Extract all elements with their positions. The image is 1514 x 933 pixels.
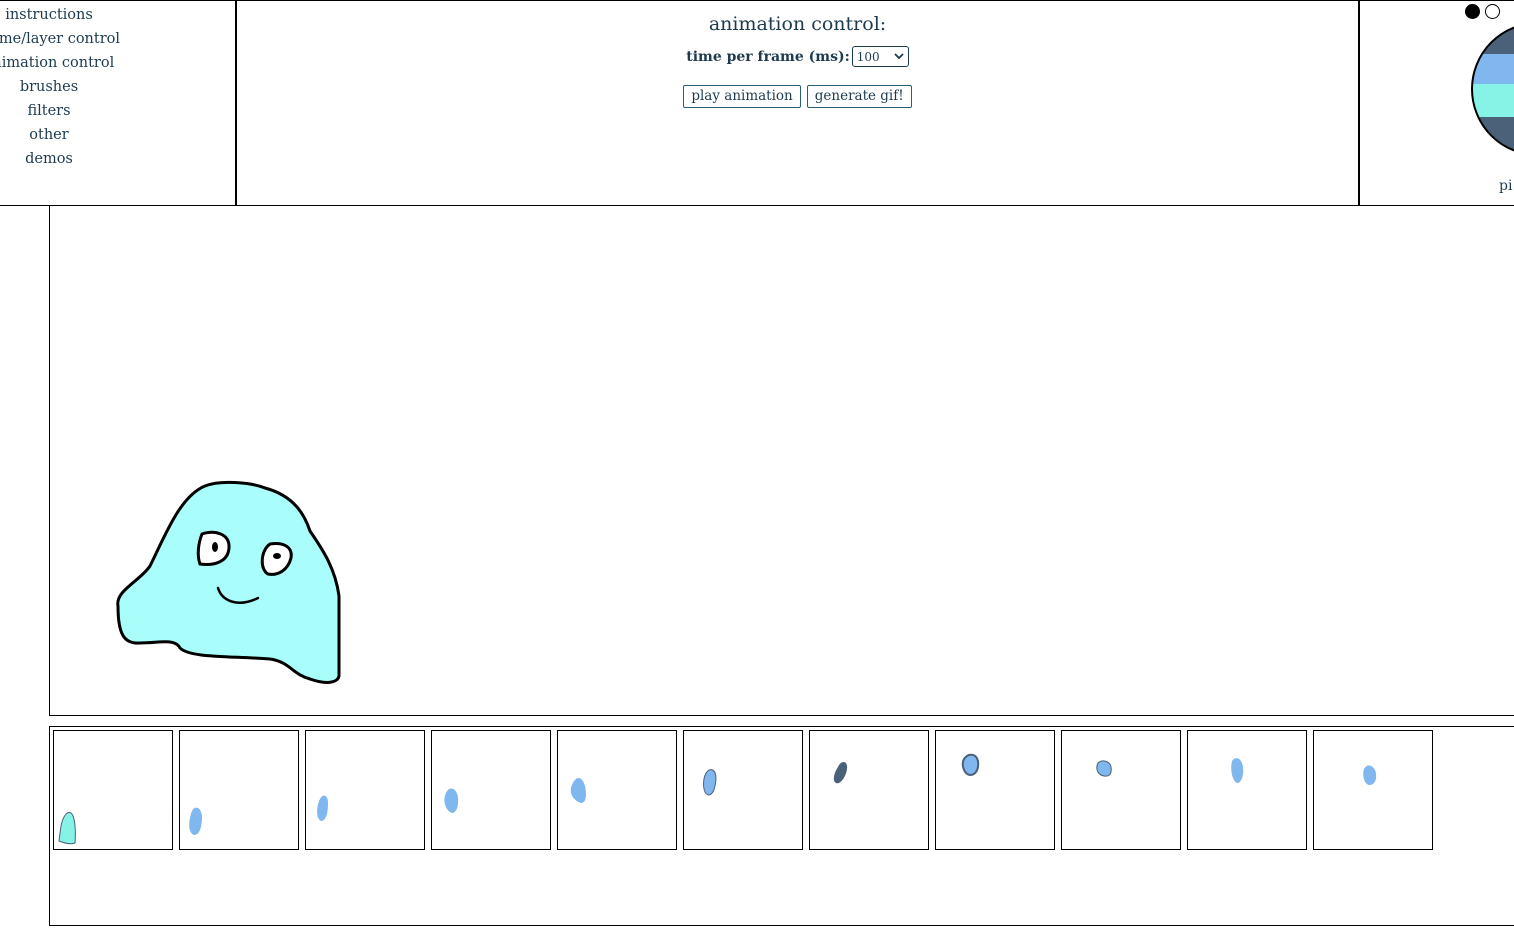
frame-preview: [58, 812, 76, 845]
menu-item-brushes[interactable]: brushes: [0, 75, 158, 99]
frame-preview: [570, 777, 586, 803]
frame-thumbnail[interactable]: [1313, 730, 1433, 850]
nav-menu: instructions frame/layer control animati…: [0, 0, 237, 206]
time-per-frame-label: time per frame (ms):: [686, 48, 850, 65]
frame-thumbnail[interactable]: [1061, 730, 1181, 850]
frame-preview: [1231, 758, 1244, 783]
secondary-color-swatch[interactable]: [1485, 4, 1500, 19]
frame-thumbnail[interactable]: [557, 730, 677, 850]
frame-thumbnail[interactable]: [683, 730, 803, 850]
frame-preview: [703, 769, 717, 796]
frame-preview: [189, 807, 202, 835]
menu-item-animation-control[interactable]: animation control: [0, 51, 158, 75]
time-per-frame-value: 100: [856, 49, 880, 64]
menu-item-other[interactable]: other: [0, 123, 158, 147]
frame-thumbnail[interactable]: [431, 730, 551, 850]
menu-item-instructions[interactable]: instructions: [0, 3, 158, 27]
generate-gif-button[interactable]: generate gif!: [806, 85, 912, 108]
time-per-frame-row: time per frame (ms): 100: [237, 46, 1358, 67]
color-wheel[interactable]: [1470, 19, 1514, 159]
play-animation-button[interactable]: play animation: [683, 85, 801, 108]
frame-preview: [961, 753, 980, 777]
nav-menu-list: instructions frame/layer control animati…: [0, 3, 158, 171]
menu-item-frame-layer-control[interactable]: frame/layer control: [0, 27, 158, 51]
menu-item-demos[interactable]: demos: [0, 147, 158, 171]
frame-preview: [317, 795, 328, 821]
menu-item-filters[interactable]: filters: [0, 99, 158, 123]
animation-buttons: play animation generate gif!: [237, 85, 1358, 108]
ghost-drawing: [116, 480, 341, 684]
color-picker-label: pi: [1499, 178, 1513, 194]
frame-thumbnail[interactable]: [179, 730, 299, 850]
frame-preview: [444, 788, 459, 813]
chevron-down-icon: [894, 53, 904, 60]
top-toolbar: instructions frame/layer control animati…: [0, 0, 1514, 206]
drawing-canvas[interactable]: [49, 206, 1514, 716]
frame-thumbnail[interactable]: [1187, 730, 1307, 850]
time-per-frame-select[interactable]: 100: [851, 46, 909, 67]
panel-title: animation control:: [708, 13, 887, 35]
frame-preview: [1096, 760, 1112, 777]
frame-thumbnail[interactable]: [305, 730, 425, 850]
frame-thumbnail[interactable]: [809, 730, 929, 850]
primary-color-swatch[interactable]: [1465, 4, 1480, 19]
frame-strip: [49, 726, 1514, 926]
frame-preview: [833, 761, 848, 784]
animation-control-panel: animation control: time per frame (ms): …: [237, 0, 1360, 206]
color-picker-panel: pi: [1360, 0, 1514, 207]
frame-thumbnail[interactable]: [53, 730, 173, 850]
frame-preview: [1363, 765, 1377, 785]
frame-thumbnail[interactable]: [935, 730, 1055, 850]
